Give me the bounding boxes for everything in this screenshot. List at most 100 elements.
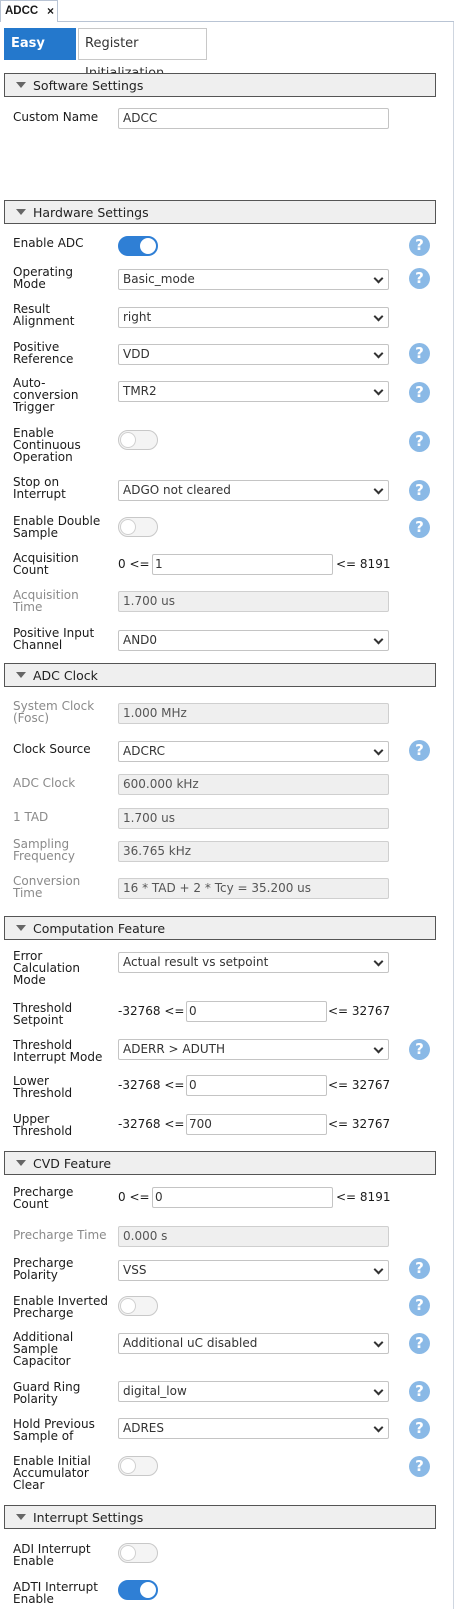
select-value: ADGO not cleared	[123, 483, 231, 497]
section-title: Software Settings	[33, 78, 144, 93]
collapse-triangle-icon	[16, 209, 26, 215]
help-icon[interactable]: ?	[409, 1418, 430, 1439]
acquisition-count-input[interactable]: 1	[152, 554, 333, 575]
section-header-hardware-settings[interactable]: Hardware Settings	[4, 200, 436, 224]
select-value: ADCRC	[123, 744, 165, 758]
range-max: <= 8191	[336, 1190, 391, 1204]
document-tab[interactable]: ADCC ×	[0, 0, 58, 22]
lower-threshold-input[interactable]: 0	[186, 1075, 327, 1096]
help-icon[interactable]: ?	[409, 517, 430, 538]
autoconversion-trigger-select[interactable]: TMR2	[118, 381, 389, 402]
adc-clock-label: ADC Clock	[13, 776, 76, 790]
select-value: digital_low	[123, 1384, 187, 1398]
section-header-software-settings[interactable]: Software Settings	[4, 73, 436, 97]
range-max: <= 32767	[328, 1078, 391, 1092]
section-header-interrupt-settings[interactable]: Interrupt Settings	[4, 1505, 436, 1529]
threshold-setpoint-input[interactable]: 0	[186, 1001, 327, 1022]
section-header-adc-clock[interactable]: ADC Clock	[4, 663, 436, 687]
double-sample-toggle[interactable]	[118, 517, 158, 537]
section-header-computation-feature[interactable]: Computation Feature	[4, 916, 436, 940]
initial-accumulator-clear-label: Enable Initial Accumulator Clear	[13, 1454, 91, 1492]
select-value: VSS	[123, 1263, 147, 1277]
help-icon[interactable]: ?	[409, 431, 430, 452]
help-icon[interactable]: ?	[409, 382, 430, 403]
precharge-polarity-select[interactable]: VSS	[118, 1260, 389, 1281]
conversion-time-value: 16 * TAD + 2 * Tcy = 35.200 us	[118, 878, 389, 899]
range-max: <= 8191	[336, 557, 391, 571]
help-icon[interactable]: ?	[409, 1258, 430, 1279]
precharge-count-label: Precharge Count	[13, 1185, 74, 1211]
close-tab-icon[interactable]: ×	[47, 1, 54, 22]
select-value: Additional uC disabled	[123, 1336, 258, 1350]
section-title: Interrupt Settings	[33, 1510, 144, 1525]
collapse-triangle-icon	[16, 1160, 26, 1166]
help-icon[interactable]: ?	[409, 1333, 430, 1354]
help-icon[interactable]: ?	[409, 1295, 430, 1316]
select-value: VDD	[123, 347, 150, 361]
precharge-time-value: 0.000 s	[118, 1226, 389, 1247]
enable-adc-toggle[interactable]	[118, 236, 158, 256]
custom-name-input[interactable]: ADCC	[118, 108, 389, 129]
threshold-setpoint-label: Threshold Setpoint	[13, 1001, 73, 1027]
continuous-operation-label: Enable Continuous Operation	[13, 426, 81, 464]
positive-input-channel-select[interactable]: AND0	[118, 630, 389, 651]
help-icon[interactable]: ?	[409, 1039, 430, 1060]
help-icon[interactable]: ?	[409, 740, 430, 761]
toggle-knob	[140, 1582, 156, 1598]
tad-label: 1 TAD	[13, 810, 49, 824]
chevron-down-icon	[373, 956, 384, 967]
tab-easy-view[interactable]: Easy View	[4, 28, 76, 81]
stop-on-interrupt-select[interactable]: ADGO not cleared	[118, 480, 389, 501]
help-icon[interactable]: ?	[409, 1456, 430, 1477]
adi-interrupt-enable-toggle[interactable]	[118, 1543, 158, 1563]
select-value: Basic_mode	[123, 272, 195, 286]
adc-clock-value: 600.000 kHz	[118, 774, 389, 795]
threshold-interrupt-mode-label: Threshold Interrupt Mode	[13, 1038, 103, 1064]
hold-previous-sample-select[interactable]: ADRES	[118, 1418, 389, 1439]
result-alignment-select[interactable]: right	[118, 307, 389, 328]
positive-reference-select[interactable]: VDD	[118, 344, 389, 365]
tab-strip-divider	[58, 21, 454, 22]
toggle-knob	[120, 1545, 136, 1561]
sampling-frequency-value: 36.765 kHz	[118, 841, 389, 862]
adti-interrupt-enable-toggle[interactable]	[118, 1580, 158, 1600]
error-calculation-mode-select[interactable]: Actual result vs setpoint	[118, 952, 389, 973]
clock-source-label: Clock Source	[13, 742, 91, 756]
chevron-down-icon	[373, 745, 384, 756]
operating-mode-select[interactable]: Basic_mode	[118, 269, 389, 290]
error-calculation-mode-label: Error Calculation Mode	[13, 949, 80, 987]
acquisition-time-value: 1.700 us	[118, 591, 389, 612]
help-icon[interactable]: ?	[409, 1381, 430, 1402]
clock-source-select[interactable]: ADCRC	[118, 741, 389, 762]
help-icon[interactable]: ?	[409, 480, 430, 501]
additional-sample-capacitor-label: Additional Sample Capacitor	[13, 1330, 74, 1368]
initial-accumulator-clear-toggle[interactable]	[118, 1456, 158, 1476]
range-min: -32768 <=	[118, 1004, 185, 1018]
additional-sample-capacitor-select[interactable]: Additional uC disabled	[118, 1333, 389, 1354]
tab-register-initialization[interactable]: Register Initialization	[78, 28, 207, 81]
threshold-interrupt-mode-select[interactable]: ADERR > ADUTH	[118, 1039, 389, 1060]
precharge-polarity-label: Precharge Polarity	[13, 1256, 74, 1282]
select-value: right	[123, 310, 152, 324]
help-icon[interactable]: ?	[409, 268, 430, 289]
conversion-time-label: Conversion Time	[13, 874, 81, 900]
autoconversion-trigger-label: Auto- conversion Trigger	[13, 376, 79, 414]
double-sample-label: Enable Double Sample	[13, 514, 101, 540]
range-min: 0 <=	[118, 557, 150, 571]
adi-interrupt-enable-label: ADI Interrupt Enable	[13, 1542, 91, 1568]
toggle-knob	[120, 1298, 136, 1314]
help-icon[interactable]: ?	[409, 235, 430, 256]
section-header-cvd-feature[interactable]: CVD Feature	[4, 1151, 436, 1175]
hold-previous-sample-label: Hold Previous Sample of	[13, 1417, 95, 1443]
select-value: Actual result vs setpoint	[123, 955, 269, 969]
collapse-triangle-icon	[16, 82, 26, 88]
operating-mode-label: Operating Mode	[13, 265, 73, 291]
precharge-count-input[interactable]: 0	[152, 1187, 333, 1208]
continuous-operation-toggle[interactable]	[118, 430, 158, 450]
help-icon[interactable]: ?	[409, 343, 430, 364]
guard-ring-polarity-select[interactable]: digital_low	[118, 1381, 389, 1402]
system-clock-value: 1.000 MHz	[118, 703, 389, 724]
upper-threshold-input[interactable]: 700	[186, 1114, 327, 1135]
acquisition-time-label: Acquisition Time	[13, 588, 79, 614]
inverted-precharge-toggle[interactable]	[118, 1296, 158, 1316]
